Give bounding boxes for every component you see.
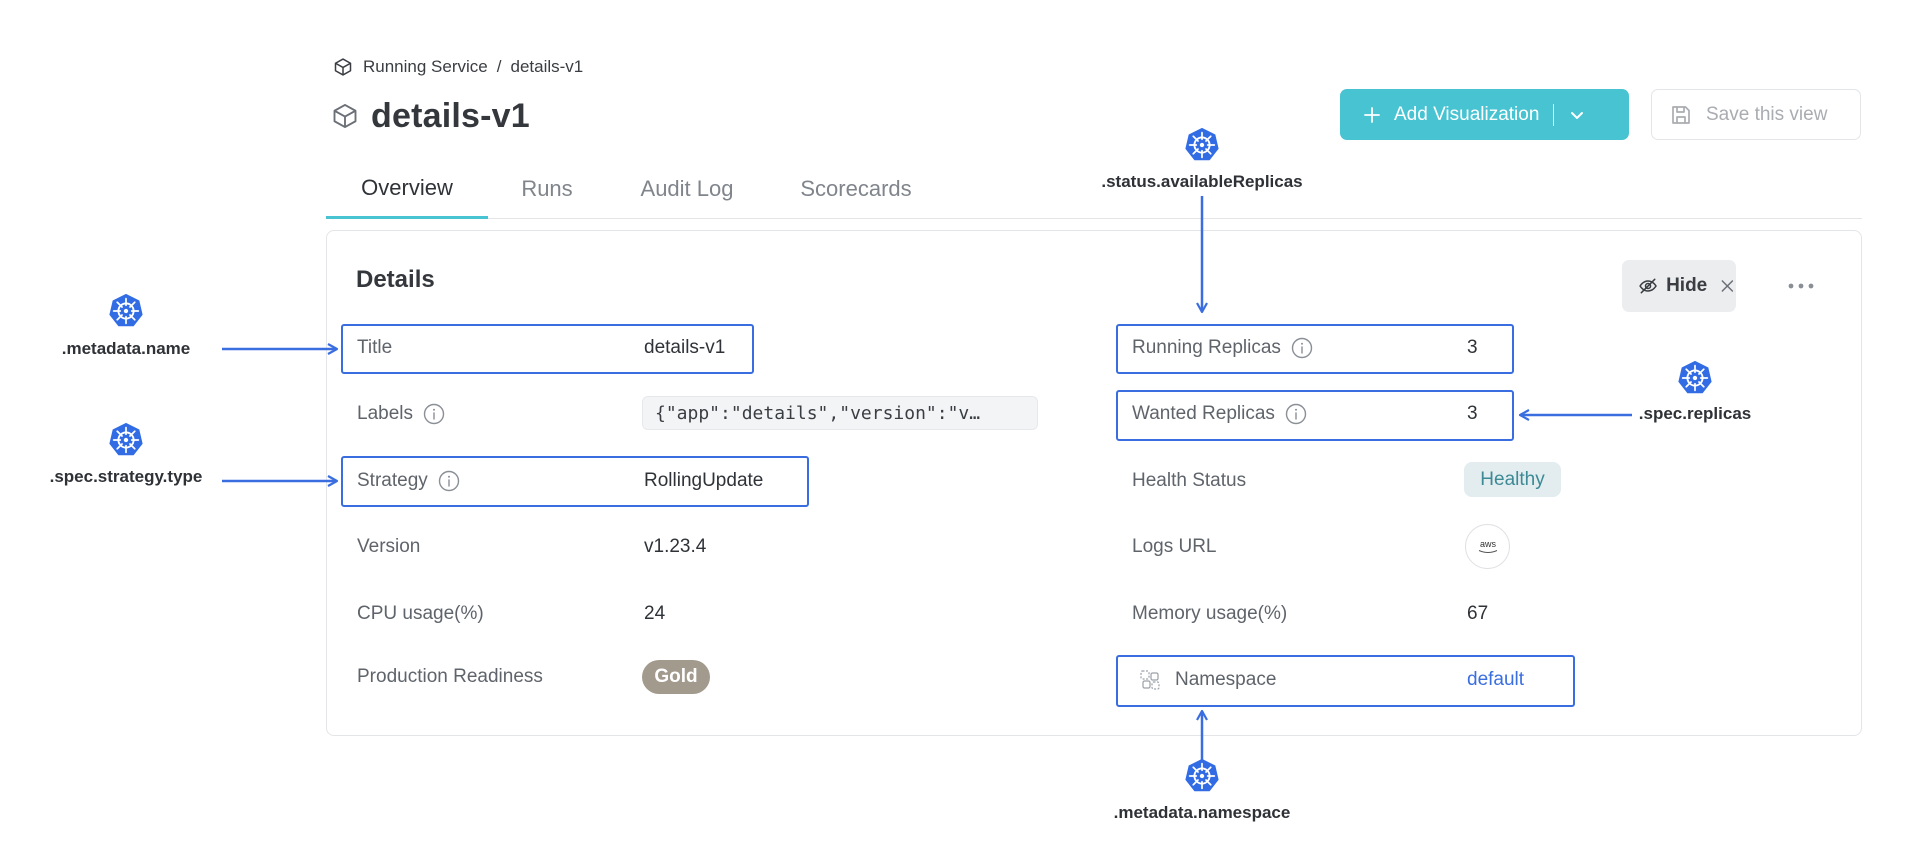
version-value: v1.23.4	[644, 536, 707, 557]
health-status-label: Health Status	[1132, 470, 1247, 491]
hide-button[interactable]: Hide	[1622, 260, 1736, 312]
more-icon	[1788, 283, 1814, 289]
annotation-available-replicas: .status.availableReplicas	[1101, 172, 1303, 191]
kubernetes-icon	[1185, 758, 1219, 792]
production-readiness-label: Production Readiness	[357, 666, 543, 687]
kubernetes-icon	[109, 422, 143, 456]
breadcrumb: Running Service / details-v1	[333, 56, 583, 78]
annotation-spec-replicas: .spec.replicas	[1638, 404, 1752, 423]
labels-label-text: Labels	[357, 403, 413, 424]
memory-usage-label: Memory usage(%)	[1132, 603, 1288, 624]
highlight-wanted-replicas-row	[1116, 390, 1514, 441]
tab-scorecards[interactable]: Scorecards	[778, 160, 934, 218]
health-status-badge: Healthy	[1464, 462, 1561, 497]
highlight-strategy-row	[341, 456, 809, 507]
highlight-namespace-row	[1116, 655, 1575, 707]
add-visualization-label: Add Visualization	[1394, 103, 1540, 125]
cpu-usage-value: 24	[644, 603, 666, 624]
breadcrumb-current: details-v1	[510, 57, 584, 76]
svg-text:aws: aws	[1479, 539, 1496, 549]
eye-off-icon	[1639, 278, 1657, 294]
button-divider	[1553, 103, 1555, 126]
breadcrumb-separator: /	[496, 57, 502, 76]
aws-logo-mark: aws	[1478, 539, 1497, 553]
page-title-text: details-v1	[371, 96, 530, 135]
kubernetes-icon	[1185, 127, 1219, 161]
cpu-usage-label: CPU usage(%)	[357, 603, 484, 624]
annotation-strategy-type: .spec.strategy.type	[49, 467, 203, 486]
add-visualization-button[interactable]: Add Visualization	[1340, 89, 1629, 140]
close-icon[interactable]	[1719, 276, 1736, 296]
kubernetes-icon	[1678, 360, 1712, 394]
highlight-title-row	[341, 324, 754, 374]
highlight-running-replicas-row	[1116, 324, 1514, 374]
save-view-button[interactable]: Save this view	[1651, 89, 1861, 140]
tab-runs[interactable]: Runs	[502, 160, 592, 218]
hide-label: Hide	[1666, 275, 1708, 296]
kubernetes-icon	[109, 293, 143, 327]
plus-icon	[1364, 106, 1380, 123]
tab-overview[interactable]: Overview	[326, 160, 488, 219]
cube-icon	[333, 103, 357, 129]
aws-logo[interactable]: aws	[1465, 524, 1510, 569]
more-options-button[interactable]	[1786, 276, 1816, 296]
save-icon	[1672, 105, 1690, 124]
breadcrumb-parent-link[interactable]: Running Service	[363, 57, 488, 77]
save-view-label: Save this view	[1706, 103, 1828, 125]
annotation-metadata-namespace: .metadata.namespace	[1113, 803, 1291, 822]
version-label: Version	[357, 536, 421, 557]
info-icon[interactable]	[423, 403, 445, 425]
cube-icon	[334, 58, 352, 76]
details-heading: Details	[356, 266, 435, 293]
labels-json-value[interactable]: {"app":"details","version":"v…	[642, 396, 1038, 430]
annotation-metadata-name: .metadata.name	[61, 339, 191, 358]
labels-label: Labels	[357, 399, 445, 429]
page-title: details-v1	[331, 94, 530, 138]
logs-url-label: Logs URL	[1132, 536, 1217, 557]
readiness-badge: Gold	[642, 660, 710, 694]
memory-usage-value: 67	[1467, 603, 1489, 624]
tab-audit-log[interactable]: Audit Log	[622, 160, 752, 218]
chevron-down-icon[interactable]	[1568, 106, 1586, 124]
